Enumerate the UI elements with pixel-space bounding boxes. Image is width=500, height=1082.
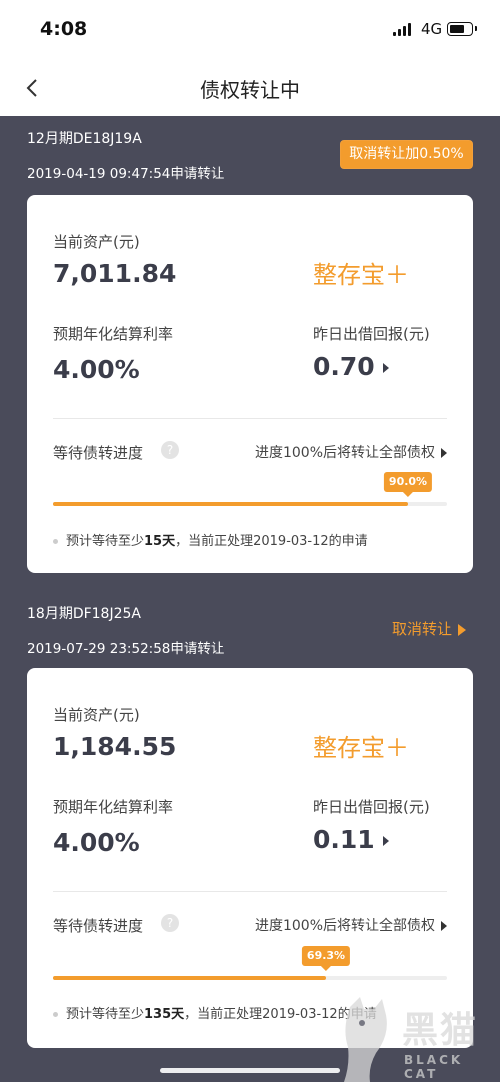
divider	[53, 891, 447, 892]
battery-icon	[447, 22, 477, 36]
divider	[53, 418, 447, 419]
return-value-text: 0.70	[313, 352, 375, 381]
rate-label: 预期年化结算利率	[53, 325, 174, 343]
cat-logo-icon	[344, 997, 387, 1082]
help-icon[interactable]: ?	[161, 914, 179, 932]
product-name: 整存宝＋	[313, 734, 409, 762]
product-name: 整存宝＋	[313, 261, 409, 289]
progress-badge: 90.0%	[383, 472, 433, 497]
status-bar: 4:08 4G	[0, 0, 500, 60]
note-prefix: 预计等待至少	[66, 534, 145, 549]
note-suffix: ，当前正处理2019-03-12的申请	[175, 534, 368, 549]
caret-right-icon	[458, 623, 467, 636]
status-time: 4:08	[40, 18, 88, 40]
item-apply-time: 2019-04-19 09:47:54申请转让	[27, 166, 225, 182]
asset-card[interactable]: 当前资产(元) 1,184.55 整存宝＋ 预期年化结算利率 4.00% 昨日出…	[27, 668, 473, 1048]
caret-right-icon	[382, 363, 389, 373]
wait-note: 预计等待至少135天，当前正处理2019-03-12的申请	[53, 1003, 377, 1022]
bullet-icon	[53, 539, 58, 544]
caret-right-icon	[382, 836, 389, 846]
return-value-text: 0.11	[313, 825, 375, 854]
note-days: 135天	[144, 1007, 185, 1022]
cancel-transfer-text: 取消转让	[392, 620, 453, 638]
nav-bar: 债权转让中	[0, 60, 500, 116]
progress-label: 等待债转进度	[53, 917, 144, 935]
cancel-transfer-bonus-button[interactable]: 取消转让加0.50%	[340, 140, 473, 169]
help-icon[interactable]: ?	[161, 441, 179, 459]
asset-card[interactable]: 当前资产(元) 7,011.84 整存宝＋ 预期年化结算利率 4.00% 昨日出…	[27, 195, 473, 573]
watermark-subtext: BLACK CAT	[404, 1053, 464, 1081]
caret-right-icon	[441, 921, 447, 931]
caret-right-icon	[441, 448, 447, 458]
note-days: 15天	[144, 534, 176, 549]
rate-label: 预期年化结算利率	[53, 798, 174, 816]
wait-note: 预计等待至少15天，当前正处理2019-03-12的申请	[53, 530, 368, 549]
return-label: 昨日出借回报(元)	[313, 325, 430, 343]
progress-rule-text: 进度100%后将转让全部债权	[254, 445, 435, 461]
progress-rule-text: 进度100%后将转让全部债权	[254, 918, 435, 934]
progress-bar	[53, 976, 447, 980]
rate-value: 4.00%	[53, 828, 140, 857]
return-value[interactable]: 0.11	[313, 825, 389, 854]
item-period: 18月期DF18J25A	[27, 606, 141, 622]
black-cat-watermark: 黑猫 BLACK CAT	[340, 995, 500, 1082]
page-title: 债权转让中	[200, 78, 300, 102]
progress-rule-link[interactable]: 进度100%后将转让全部债权	[255, 915, 447, 935]
watermark-text: 黑猫	[402, 1010, 479, 1051]
return-value[interactable]: 0.70	[313, 352, 389, 381]
cancel-transfer-link[interactable]: 取消转让	[392, 618, 467, 639]
bullet-icon	[53, 1012, 58, 1017]
progress-fill	[53, 976, 326, 980]
progress-badge: 69.3%	[301, 946, 351, 971]
asset-label: 当前资产(元)	[53, 233, 140, 251]
return-label: 昨日出借回报(元)	[313, 798, 430, 816]
progress-rule-link[interactable]: 进度100%后将转让全部债权	[255, 442, 447, 462]
note-prefix: 预计等待至少	[66, 1007, 145, 1022]
asset-value: 1,184.55	[53, 732, 177, 761]
progress-bar	[53, 502, 447, 506]
home-indicator	[160, 1068, 340, 1073]
progress-fill	[53, 502, 408, 506]
asset-value: 7,011.84	[53, 259, 177, 288]
network-type: 4G	[421, 20, 443, 38]
item-apply-time: 2019-07-29 23:52:58申请转让	[27, 641, 225, 657]
progress-label: 等待债转进度	[53, 444, 144, 462]
rate-value: 4.00%	[53, 355, 140, 384]
item-period: 12月期DE18J19A	[27, 131, 142, 147]
asset-label: 当前资产(元)	[53, 706, 140, 724]
signal-icon	[393, 22, 415, 36]
